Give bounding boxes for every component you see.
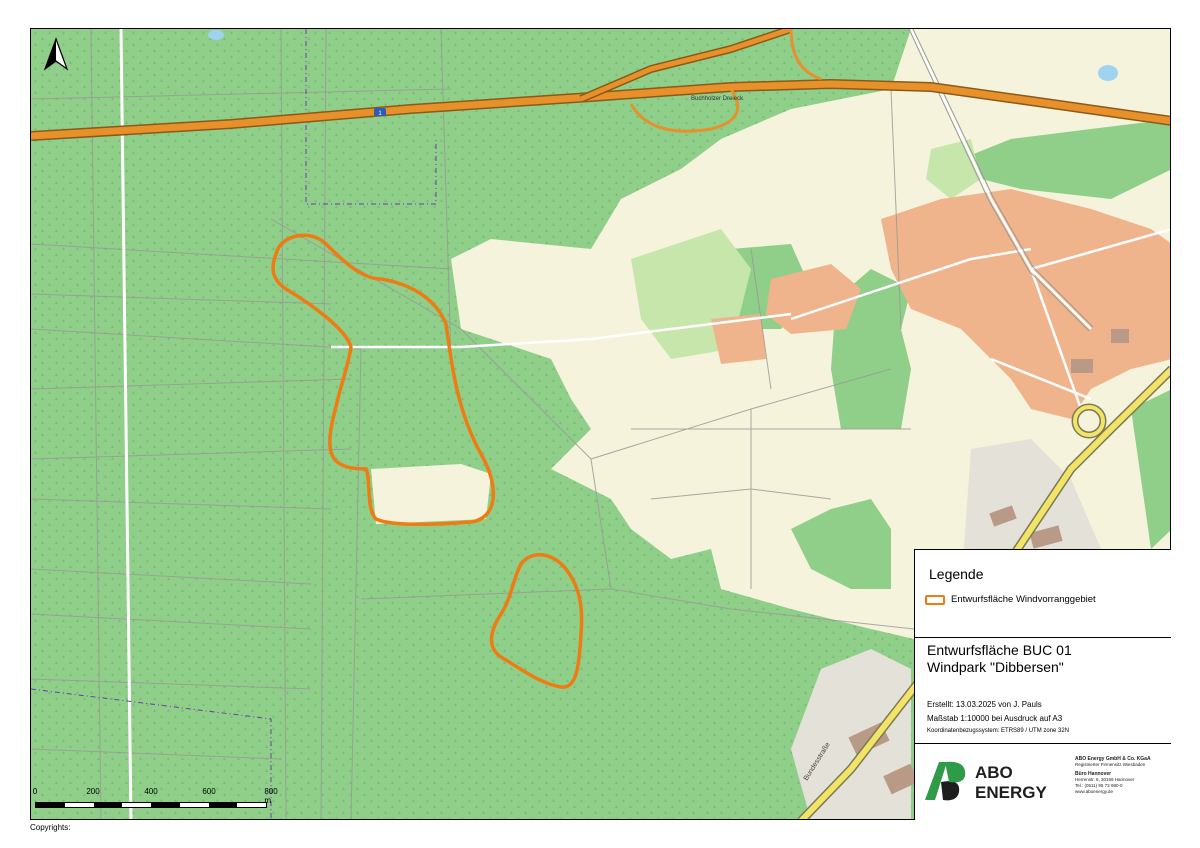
company-web[interactable]: www.aboenergy.de [1075,789,1171,795]
legend-panel: Legende Entwurfsfläche Windvorranggebiet… [914,549,1171,820]
field-clearing [371,464,491,524]
created-info: Erstellt: 13.03.2025 von J. Pauls [927,700,1042,709]
company-info: ABO Energy GmbH & Co. KGaA Registrierter… [1075,756,1171,795]
company-logo: ABO ENERGY [921,756,1071,811]
project-title-line1: Entwurfsfläche BUC 01 [927,642,1072,658]
abo-energy-logo-icon: ABO ENERGY [925,761,1047,802]
scale-bar-graphic [35,802,267,808]
legend-item-label: Entwurfsfläche Windvorranggebiet [951,594,1096,605]
title-divider [915,743,1171,744]
legend-item-windzone: Entwurfsfläche Windvorranggebiet [925,594,1096,605]
project-title-line2: Windpark "Dibbersen" [927,659,1064,675]
legend-swatch-orange [925,594,945,605]
scale-tick: 200 [86,787,100,796]
copyright-note: Copyrights: [30,823,71,832]
legend-title: Legende [929,566,984,582]
crs-info: Koordinatenbezugssystem: ETRS89 / UTM zo… [927,728,1070,734]
scale-tick: 400 [144,787,158,796]
scale-tick: 600 [202,787,216,796]
scale-info: Maßstab 1:10000 bei Ausdruck auf A3 [927,714,1063,723]
pond [1098,65,1118,81]
logo-text-abo: ABO [975,763,1013,782]
scale-tick: 0 [32,787,38,796]
logo-text-energy: ENERGY [975,783,1047,802]
north-arrow-icon [43,37,69,71]
pond [208,30,224,40]
company-register: Registrierter Firmensitz Wiesbaden [1075,762,1146,767]
junction-label: Buchholzer Dreieck [691,96,744,102]
project-title: Entwurfsfläche BUC 01 Windpark "Dibberse… [927,642,1072,676]
legend-divider [915,637,1171,638]
